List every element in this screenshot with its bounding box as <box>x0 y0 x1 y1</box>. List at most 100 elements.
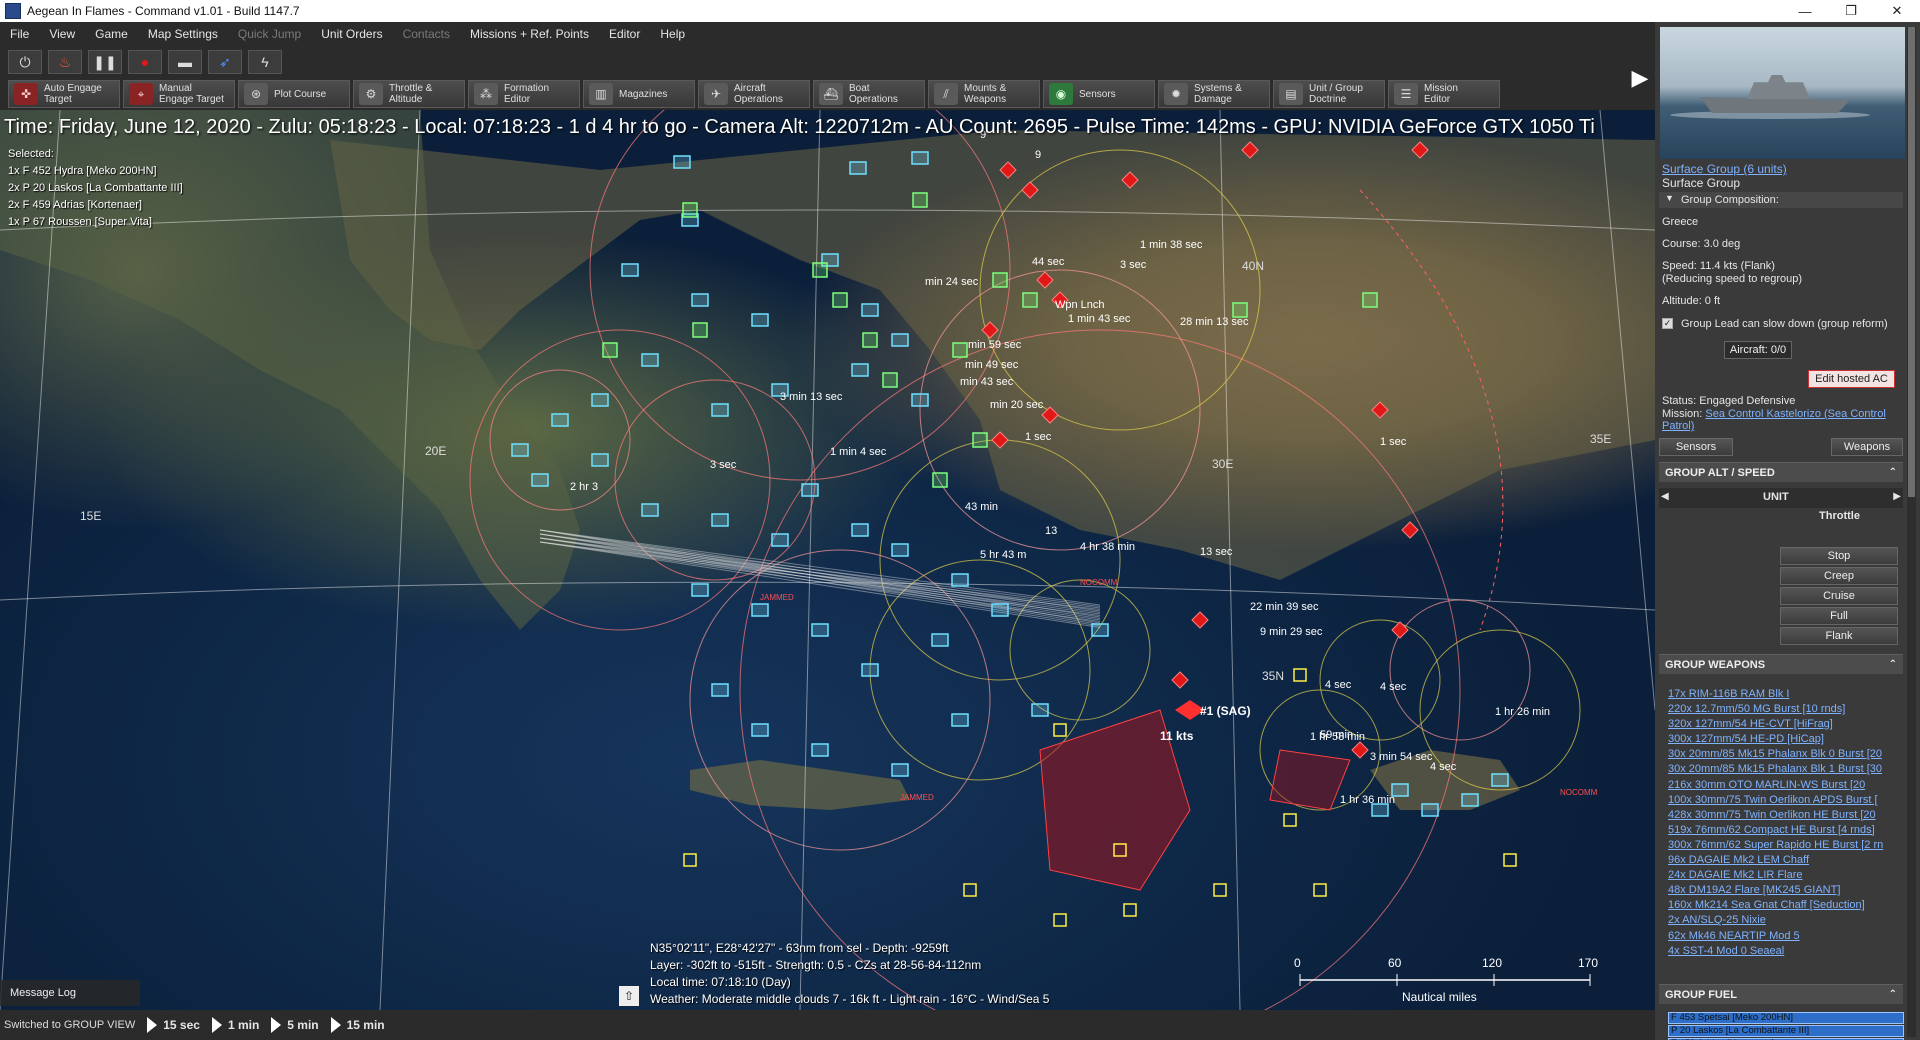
time-compression-5min[interactable]: 5 min <box>271 1017 319 1033</box>
record-icon[interactable]: ● <box>128 50 162 74</box>
function-button-weapons[interactable]: ⫽ Mounts & Weapons <box>928 80 1040 108</box>
function-button-sensor[interactable]: ◉ Sensors <box>1043 80 1155 108</box>
friendly-unit-icon <box>1491 773 1509 787</box>
selected-unit: 2x F 459 Adrias [Kortenaer] <box>8 199 142 211</box>
pause-icon[interactable]: ❚❚ <box>88 50 122 74</box>
panel-scrollbar[interactable] <box>1907 27 1916 1037</box>
menu-view[interactable]: View <box>39 27 85 41</box>
function-button-formation[interactable]: ⁂ Formation Editor <box>468 80 580 108</box>
map-view[interactable]: 15E 20E 30E 35E 40N 35N #1 (SAG) 11 kts 9 9 1 min … <box>0 110 1655 1010</box>
menu-quick-jump[interactable]: Quick Jump <box>228 27 311 41</box>
weapon-link[interactable]: 17x RIM-116B RAM Blk I <box>1668 687 1904 702</box>
composition-label: Group Composition: <box>1681 194 1779 206</box>
friendly-unit-icon <box>861 303 879 317</box>
time-compression-15min[interactable]: 15 min <box>330 1017 385 1033</box>
weapon-link[interactable]: 96x DAGAIE Mk2 LEM Chaff <box>1668 853 1904 868</box>
power-icon[interactable]: ⏻ <box>8 50 42 74</box>
menu-file[interactable]: File <box>0 27 39 41</box>
map-annotation: 9 min 29 sec <box>1260 626 1323 638</box>
speed-cruise-button[interactable]: Cruise <box>1780 587 1898 605</box>
message-log-button[interactable]: Message Log <box>0 980 140 1006</box>
menu-map-settings[interactable]: Map Settings <box>138 27 228 41</box>
app-icon <box>5 3 21 19</box>
weapon-link[interactable]: 160x Mk214 Sea Gnat Chaff [Seduction] <box>1668 898 1904 913</box>
menu-editor[interactable]: Editor <box>599 27 650 41</box>
slowdown-checkbox[interactable]: ✓ <box>1662 318 1673 329</box>
function-button-gear[interactable]: ✹ Systems & Damage <box>1158 80 1270 108</box>
unknown-contact-icon <box>1293 668 1307 682</box>
weapon-link[interactable]: 30x 20mm/85 Mk15 Phalanx Blk 0 Burst [20 <box>1668 747 1904 762</box>
time-compression-15sec[interactable]: 15 sec <box>147 1017 200 1033</box>
weapon-link[interactable]: 100x 30mm/75 Twin Oerlikon APDS Burst [ <box>1668 793 1904 808</box>
group-link[interactable]: Surface Group (6 units) <box>1662 162 1787 176</box>
weapon-link[interactable]: 300x 76mm/62 Super Rapido HE Burst [2 rn <box>1668 838 1904 853</box>
hostile-unit-icon <box>1191 611 1209 629</box>
function-button-boat[interactable]: ⛴ Boat Operations <box>813 80 925 108</box>
function-button-course[interactable]: ⊛ Plot Course <box>238 80 350 108</box>
minimize-button[interactable]: — <box>1782 0 1828 22</box>
next-icon[interactable]: ▶ <box>1893 491 1901 502</box>
function-button-magazine[interactable]: ▥ Magazines <box>583 80 695 108</box>
weapon-link[interactable]: 48x DM19A2 Flare [MK245 GIANT] <box>1668 883 1904 898</box>
menu-game[interactable]: Game <box>85 27 138 41</box>
function-button-label: Aircraft Operations <box>734 83 783 105</box>
title-bar: Aegean In Flames - Command v1.01 - Build… <box>0 0 1920 22</box>
throttle-label: Throttle <box>1819 510 1860 522</box>
speed-full-button[interactable]: Full <box>1780 607 1898 625</box>
weapon-link[interactable]: 2x AN/SLQ-25 Nixie <box>1668 913 1904 928</box>
menu-contacts[interactable]: Contacts <box>393 27 460 41</box>
fuel-bar[interactable]: P 20 Laskos [La Combattante III] <box>1668 1025 1904 1037</box>
unit-selector[interactable]: ◀ UNIT ▶ <box>1659 488 1903 508</box>
composition-header[interactable]: ▼ Group Composition: <box>1659 192 1903 208</box>
friendly-unit-icon <box>511 443 529 457</box>
fuel-header[interactable]: GROUP FUEL ⌃ <box>1659 984 1903 1004</box>
friendly-unit-icon <box>811 623 829 637</box>
cursor-weather: Weather: Moderate middle clouds 7 - 16k … <box>650 992 1050 1006</box>
speed-stop-button[interactable]: Stop <box>1780 547 1898 565</box>
weapon-link[interactable]: 428x 30mm/75 Twin Oerlikon HE Burst [20 <box>1668 808 1904 823</box>
function-button-mission[interactable]: ☰ Mission Editor <box>1388 80 1500 108</box>
weapon-link[interactable]: 30x 20mm/85 Mk15 Phalanx Blk 1 Burst [30 <box>1668 762 1904 777</box>
sensors-button[interactable]: Sensors <box>1659 438 1733 456</box>
function-button-crosshair[interactable]: ⌖ Manual Engage Target <box>123 80 235 108</box>
weapon-link[interactable]: 519x 76mm/62 Compact HE Burst [4 rnds] <box>1668 823 1904 838</box>
prev-icon[interactable]: ◀ <box>1661 491 1669 502</box>
play-icon <box>211 1017 222 1033</box>
edit-hosted-ac-button[interactable]: Edit hosted AC <box>1808 370 1895 388</box>
terrain-icon[interactable]: ▬ <box>168 50 202 74</box>
weapon-link[interactable]: 320x 127mm/54 HE-CVT [HiFrag] <box>1668 717 1904 732</box>
speed-creep-button[interactable]: Creep <box>1780 567 1898 585</box>
menu-help[interactable]: Help <box>650 27 695 41</box>
speed-flank-button[interactable]: Flank <box>1780 627 1898 645</box>
fuel-bar[interactable]: F 453 Spetsai [Meko 200HN] <box>1668 1012 1904 1024</box>
function-button-doctrine[interactable]: ▤ Unit / Group Doctrine <box>1273 80 1385 108</box>
weapons-header[interactable]: GROUP WEAPONS ⌃ <box>1659 654 1903 674</box>
weapon-link[interactable]: 24x DAGAIE Mk2 LIR Flare <box>1668 868 1904 883</box>
alt-speed-header[interactable]: GROUP ALT / SPEED ⌃ <box>1659 462 1903 482</box>
weapon-link[interactable]: 300x 127mm/54 HE-PD [HiCap] <box>1668 732 1904 747</box>
function-button-aircraft[interactable]: ✈ Aircraft Operations <box>698 80 810 108</box>
fire-icon[interactable]: ♨ <box>48 50 82 74</box>
group-label: #1 (SAG) <box>1200 704 1251 718</box>
weapon-link[interactable]: 220x 12.7mm/50 MG Burst [10 rnds] <box>1668 702 1904 717</box>
expand-panel-icon[interactable]: ▶ <box>1626 46 1654 110</box>
weapon-link[interactable]: 62x Mk46 NEARTIP Mod 5 <box>1668 929 1904 944</box>
hostile-unit-icon <box>1391 621 1409 639</box>
menu-missions[interactable]: Missions + Ref. Points <box>460 27 599 41</box>
maximize-button[interactable]: ❐ <box>1828 0 1874 22</box>
map-annotation: 43 min <box>965 501 998 513</box>
time-compression-1min[interactable]: 1 min <box>211 1017 259 1033</box>
weapon-link[interactable]: 4x SST-4 Mod 0 Seaeal <box>1668 944 1904 959</box>
course-icon[interactable]: ➶ <box>208 50 242 74</box>
weapons-button[interactable]: Weapons <box>1831 438 1903 456</box>
weapon-link[interactable]: 216x 30mm OTO MARLIN-WS Burst [20 <box>1668 778 1904 793</box>
expand-up-icon[interactable]: ⇧ <box>619 986 639 1006</box>
menu-bar: File View Game Map Settings Quick Jump U… <box>0 22 1655 46</box>
lightning-icon[interactable]: ϟ <box>248 50 282 74</box>
neutral-unit-icon <box>912 192 928 208</box>
close-button[interactable]: ✕ <box>1874 0 1920 22</box>
function-button-throttle[interactable]: ⚙ Throttle & Altitude <box>353 80 465 108</box>
status-bar: Switched to GROUP VIEW 15 sec 1 min 5 mi… <box>0 1010 1655 1040</box>
menu-unit-orders[interactable]: Unit Orders <box>311 27 392 41</box>
function-button-target[interactable]: ✜ Auto Engage Target <box>8 80 120 108</box>
